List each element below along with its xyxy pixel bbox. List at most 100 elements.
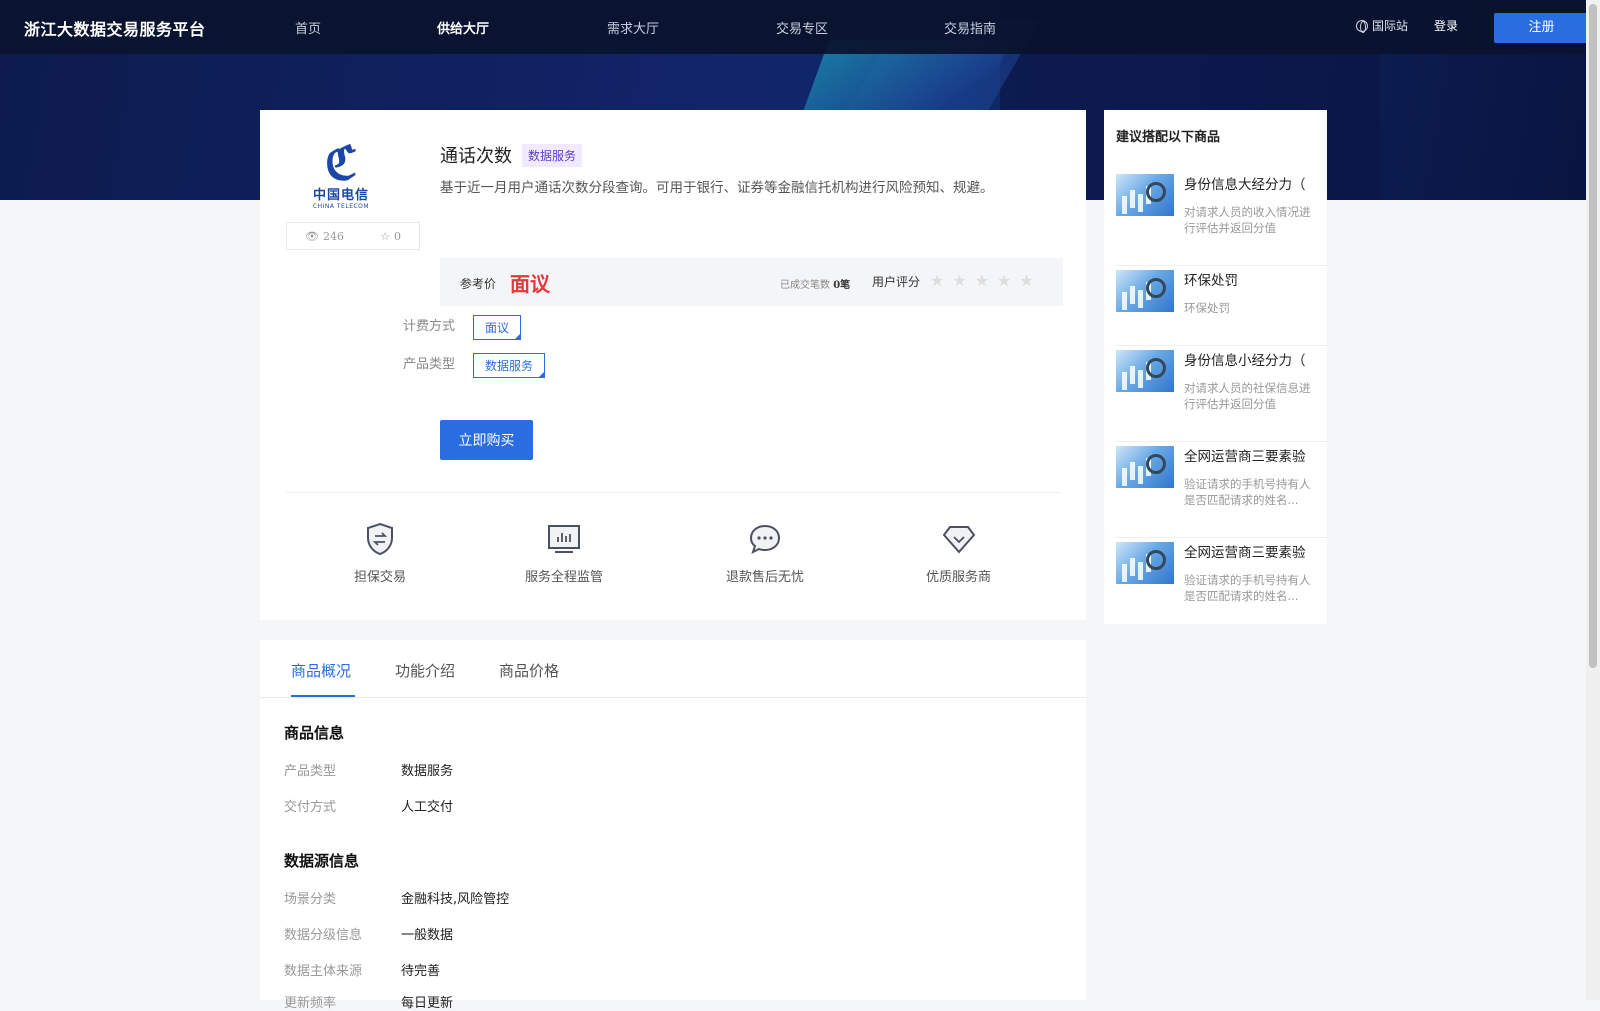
intl-label: 国际站 (1372, 19, 1409, 33)
recommended-item-desc: 验证请求的手机号持有人是否匹配请求的姓名... (1184, 573, 1311, 603)
price-label: 参考价 (460, 277, 497, 291)
tab-overview[interactable]: 商品概况 (291, 660, 351, 681)
tab-features[interactable]: 功能介绍 (395, 660, 455, 681)
chat-bubble-icon (748, 522, 782, 556)
recommended-item[interactable]: 全网运营商三要素验 验证请求的手机号持有人是否匹配请求的姓名... (1116, 442, 1327, 538)
nav-supply-hall[interactable]: 供给大厅 (437, 18, 489, 37)
product-thumbnail (1116, 270, 1174, 312)
price-value: 面议 (510, 272, 550, 296)
feature-full-supervision: 服务全程监管 (525, 522, 603, 585)
eye-icon: 👁 (305, 229, 319, 243)
feature-label: 退款售后无忧 (726, 570, 805, 585)
shield-exchange-icon (363, 522, 397, 556)
recommended-item[interactable]: 全网运营商三要素验 验证请求的手机号持有人是否匹配请求的姓名... (1116, 538, 1327, 624)
views-stat: 👁 246 (305, 230, 344, 243)
billing-option[interactable]: 面议 (473, 315, 522, 340)
product-title: 通话次数 (440, 146, 512, 167)
active-tab-indicator (291, 695, 355, 697)
info-value: 一般数据 (401, 928, 454, 943)
page-scrollbar[interactable] (1586, 0, 1600, 1000)
feature-label: 服务全程监管 (525, 570, 604, 585)
rating-stars: ★★★★★ (930, 271, 1042, 290)
star-icon: ★ (930, 271, 953, 290)
recommended-item-name: 身份信息小经分力（ (1184, 353, 1306, 369)
detail-tabs-card: 商品概况 功能介绍 商品价格 商品信息 产品类型 数据服务 交付方式 人工交付 … (260, 640, 1086, 1011)
billing-label: 计费方式 (403, 319, 456, 334)
login-link[interactable]: 登录 (1434, 17, 1458, 34)
info-value: 金融科技,风险管控 (401, 892, 510, 907)
detail-tabs: 商品概况 功能介绍 商品价格 (260, 640, 1086, 698)
views-count: 246 (323, 229, 344, 243)
nav-home[interactable]: 首页 (295, 18, 321, 37)
info-value: 待完善 (401, 964, 441, 979)
feature-label: 优质服务商 (926, 570, 992, 585)
tab-pricing[interactable]: 商品价格 (499, 660, 559, 681)
recommended-item-name: 环保处罚 (1184, 273, 1238, 289)
nav-trade-guide[interactable]: 交易指南 (944, 18, 996, 37)
product-thumbnail (1116, 446, 1174, 488)
star-icon: ★ (1019, 271, 1042, 290)
product-stats: 👁 246 ☆ 0 (286, 222, 420, 250)
recommended-item[interactable]: 环保处罚 环保处罚 (1116, 266, 1327, 346)
deals-label: 已成交笔数 (780, 280, 830, 291)
divider (286, 492, 1060, 493)
recommended-products: 建议搭配以下商品 身份信息大经分力（ 对请求人员的收入情况进行评估并返回分值 环… (1104, 110, 1327, 624)
category-tag: 数据服务 (522, 143, 583, 167)
top-navigation: 浙江大数据交易服务平台 首页 供给大厅 需求大厅 交易专区 交易指南 国际站 登… (0, 0, 1589, 54)
scrollbar-thumb[interactable] (1589, 4, 1597, 668)
recommended-item-desc: 环保处罚 (1184, 301, 1230, 315)
product-description: 基于近一月用户通话次数分段查询。可用于银行、证券等金融信托机构进行风险预知、规避… (440, 180, 994, 196)
product-thumbnail (1116, 350, 1174, 392)
logo-en-text: CHINA TELECOM (312, 203, 370, 210)
info-key: 交付方式 (284, 800, 337, 815)
star-icon: ★ (952, 271, 975, 290)
nav-demand-hall[interactable]: 需求大厅 (607, 18, 659, 37)
info-value: 数据服务 (401, 764, 454, 779)
info-value: 人工交付 (401, 800, 454, 815)
product-thumbnail (1116, 174, 1174, 216)
buy-now-button[interactable]: 立即购买 (440, 420, 533, 460)
star-icon: ★ (997, 271, 1020, 290)
telecom-logo-icon: ℭ (324, 136, 358, 190)
info-key: 更新频率 (284, 996, 337, 1011)
info-key: 数据分级信息 (284, 928, 363, 943)
feature-refund-aftersales: 退款售后无忧 (726, 522, 804, 585)
logo-cn-text: 中国电信 (312, 188, 369, 203)
favorites-stat[interactable]: ☆ 0 (380, 230, 401, 243)
recommended-item[interactable]: 身份信息小经分力（ 对请求人员的社保信息进行评估并返回分值 (1116, 346, 1327, 442)
product-card: ℭ 中国电信 CHINA TELECOM 👁 246 ☆ 0 通话次数 数据服务 基… (260, 110, 1086, 620)
recommended-item-name: 身份信息大经分力（ (1184, 177, 1306, 193)
deals-value: 0笔 (833, 280, 851, 291)
star-icon: ★ (974, 271, 998, 290)
recommended-item-desc: 对请求人员的社保信息进行评估并返回分值 (1184, 381, 1311, 411)
globe-icon (1356, 19, 1368, 33)
rating-label: 用户评分 (872, 275, 921, 289)
international-site-link[interactable]: 国际站 (1356, 17, 1408, 34)
favorites-count: 0 (393, 229, 401, 243)
feature-label: 担保交易 (354, 570, 407, 585)
type-label: 产品类型 (403, 357, 456, 372)
feature-guaranteed-trade: 担保交易 (354, 522, 406, 585)
title-row: 通话次数 数据服务 (440, 142, 583, 168)
recommended-item[interactable]: 身份信息大经分力（ 对请求人员的收入情况进行评估并返回分值 (1116, 170, 1327, 266)
info-value: 每日更新 (401, 996, 454, 1011)
info-key: 数据主体来源 (284, 964, 363, 979)
section-title-product-info: 商品信息 (284, 724, 345, 742)
recommended-title: 建议搭配以下商品 (1116, 130, 1221, 145)
recommended-item-name: 全网运营商三要素验 (1184, 545, 1306, 561)
type-option[interactable]: 数据服务 (473, 353, 546, 378)
info-key: 产品类型 (284, 764, 337, 779)
recommended-item-name: 全网运营商三要素验 (1184, 449, 1306, 465)
price-bar: 参考价 面议 已成交笔数 0笔 用户评分 ★★★★★ (440, 258, 1063, 306)
recommended-item-desc: 验证请求的手机号持有人是否匹配请求的姓名... (1184, 477, 1311, 507)
deal-count: 已成交笔数 0笔 (780, 276, 850, 291)
recommended-item-desc: 对请求人员的收入情况进行评估并返回分值 (1184, 205, 1311, 235)
star-outline-icon: ☆ (380, 229, 390, 243)
register-button[interactable]: 注册 (1494, 13, 1589, 43)
section-title-data-source: 数据源信息 (284, 852, 360, 870)
feature-quality-provider: 优质服务商 (926, 522, 991, 585)
info-key: 场景分类 (284, 892, 337, 907)
nav-trade-zone[interactable]: 交易专区 (776, 18, 828, 37)
site-brand[interactable]: 浙江大数据交易服务平台 (24, 16, 206, 40)
product-thumbnail (1116, 542, 1174, 584)
